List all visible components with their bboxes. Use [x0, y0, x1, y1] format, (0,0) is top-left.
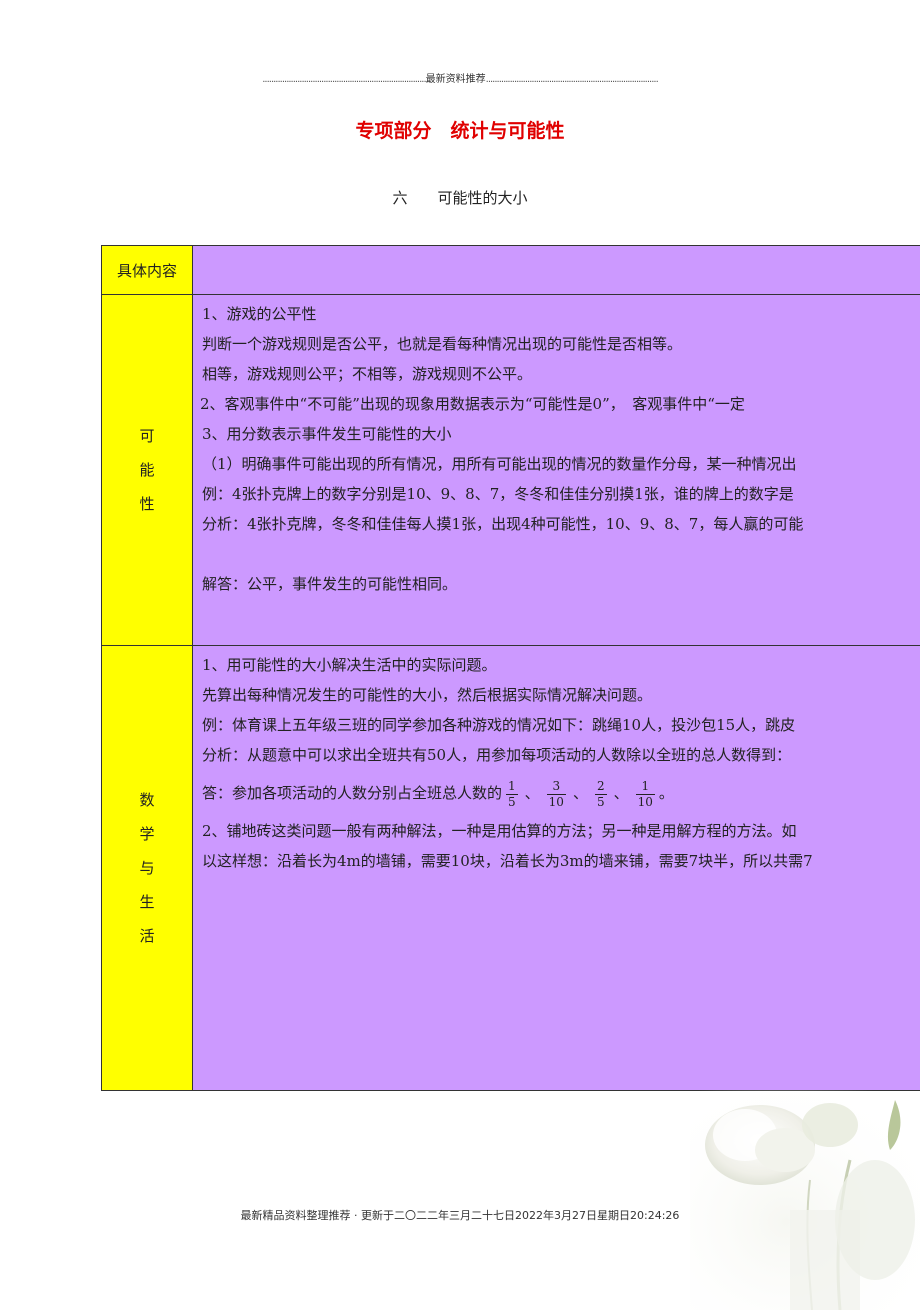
label-char: 能 — [102, 453, 192, 487]
text-line: 解答：公平，事件发生的可能性相同。 — [202, 569, 920, 599]
label-char: 生 — [102, 885, 192, 919]
text-line: 2、铺地砖这类问题一般有两种解法，一种是用估算的方法；另一种是用解方程的方法。如 — [202, 816, 920, 846]
text-line: 分析：4张扑克牌，冬冬和佳佳每人摸1张，出现4种可能性，10、9、8、7，每人赢… — [202, 509, 920, 539]
numerator: 3 — [547, 779, 566, 795]
text-line: 3、用分数表示事件发生可能性的大小 — [202, 419, 920, 449]
label-char: 性 — [102, 487, 192, 521]
label-char: 与 — [102, 851, 192, 885]
page-footer: 最新精品资料整理推荐 · 更新于二〇二二年三月二十七日2022年3月27日星期日… — [0, 1207, 920, 1223]
text-line: 判断一个游戏规则是否公平，也就是看每种情况出现的可能性是否相等。 — [202, 329, 920, 359]
denominator: 5 — [595, 795, 607, 810]
separator: 、 — [525, 784, 540, 802]
denominator: 10 — [547, 795, 566, 810]
header-label: 最新资料推荐 — [426, 74, 486, 85]
text-line: 、2、客观事件中“不可能”出现的现象用数据表示为“可能性是0”， 客观事件中“一… — [193, 389, 920, 419]
fraction: 25 — [595, 779, 607, 810]
text-line: 1、游戏的公平性 — [202, 299, 920, 329]
table-row-math-life: 数 学 与 生 活 1、用可能性的大小解决生活中的实际问题。 先算出每种情况发生… — [102, 646, 920, 1091]
fraction: 15 — [506, 779, 518, 810]
text-line: 例：体育课上五年级三班的同学参加各种游戏的情况如下：跳绳10人，投沙包15人，跳… — [202, 710, 920, 740]
numerator: 1 — [636, 779, 655, 795]
text-line: 1、用可能性的大小解决生活中的实际问题。 — [202, 650, 920, 680]
label-char: 可 — [102, 419, 192, 453]
answer-prefix: 答：参加各项活动的人数分别占全班总人数的 — [202, 784, 502, 802]
numerator: 2 — [595, 779, 607, 795]
text-line: （1）明确事件可能出现的所有情况，用所有可能出现的情况的数量作分母，某一种情况出 — [202, 449, 920, 479]
content-table: 具体内容 可 能 性 1、游戏的公平性 判断一个游戏规则是否公平，也就是看每种情… — [101, 245, 920, 1091]
table-header-row: 具体内容 — [102, 246, 920, 295]
separator: 、 — [614, 784, 629, 802]
header-dots-right: ........................................… — [486, 74, 658, 85]
text-line: 以这样想：沿着长为4m的墙铺，需要10块，沿着长为3m的墙来铺，需要7块半，所以… — [202, 846, 920, 876]
text-line: 先算出每种情况发生的可能性的大小，然后根据实际情况解决问题。 — [202, 680, 920, 710]
label-char: 活 — [102, 919, 192, 953]
page-header: ........................................… — [220, 70, 700, 85]
spacer — [202, 539, 920, 569]
row-label-math-life: 数 学 与 生 活 — [102, 646, 193, 1091]
text-line: 分析：从题意中可以求出全班共有50人，用参加每项活动的人数除以全班的总人数得到： — [202, 740, 920, 770]
denominator: 5 — [506, 795, 518, 810]
denominator: 10 — [636, 795, 655, 810]
text-line: 相等，游戏规则公平；不相等，游戏规则不公平。 — [202, 359, 920, 389]
label-char: 学 — [102, 817, 192, 851]
section-subtitle: 六 可能性的大小 — [0, 187, 920, 208]
separator: 、 — [573, 784, 588, 802]
section-number: 六 — [392, 189, 407, 207]
header-empty-cell — [193, 246, 920, 295]
row-content-possibility: 1、游戏的公平性 判断一个游戏规则是否公平，也就是看每种情况出现的可能性是否相等… — [193, 295, 920, 646]
flower-decoration-image — [690, 1090, 920, 1310]
numerator: 1 — [506, 779, 518, 795]
table-row-possibility: 可 能 性 1、游戏的公平性 判断一个游戏规则是否公平，也就是看每种情况出现的可… — [102, 295, 920, 646]
row-label-possibility: 可 能 性 — [102, 295, 193, 646]
page-title: 专项部分 统计与可能性 — [0, 116, 920, 143]
answer-end: 。 — [659, 784, 674, 802]
label-char: 数 — [102, 783, 192, 817]
section-title: 可能性的大小 — [438, 189, 528, 207]
text-line: 例：4张扑克牌上的数字分别是10、9、8、7，冬冬和佳佳分别摸1张，谁的牌上的数… — [202, 479, 920, 509]
header-dots-left: ........................................… — [262, 74, 425, 85]
answer-line: 答：参加各项活动的人数分别占全班总人数的15、310、25、110。 — [202, 770, 920, 816]
row-content-math-life: 1、用可能性的大小解决生活中的实际问题。 先算出每种情况发生的可能性的大小，然后… — [193, 646, 920, 1091]
fraction: 110 — [636, 779, 655, 810]
header-label-cell: 具体内容 — [102, 246, 193, 295]
fraction: 310 — [547, 779, 566, 810]
